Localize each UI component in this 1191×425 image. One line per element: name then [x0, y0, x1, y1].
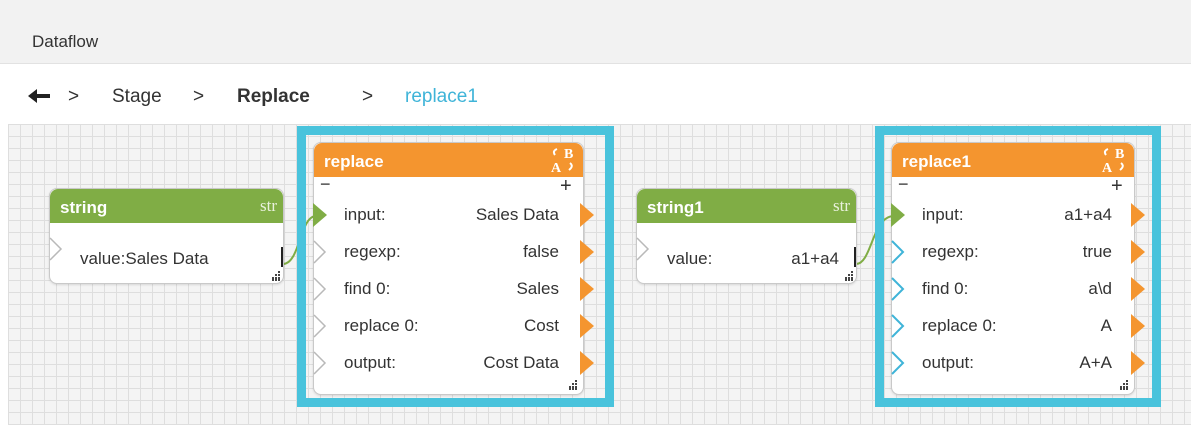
- port-value[interactable]: A+A: [1079, 353, 1112, 373]
- field-label: value:: [667, 249, 713, 268]
- input-port-icon[interactable]: [891, 203, 905, 227]
- output-port-icon[interactable]: [281, 247, 283, 267]
- port-row-find[interactable]: find 0: Sales: [344, 279, 559, 299]
- port-value[interactable]: Sales: [516, 279, 559, 299]
- output-port-icon[interactable]: [580, 314, 594, 338]
- port-value[interactable]: A: [1101, 316, 1112, 336]
- resize-handle-icon[interactable]: [1117, 379, 1129, 391]
- output-port-icon[interactable]: [1131, 314, 1145, 338]
- output-port-icon[interactable]: [1131, 203, 1145, 227]
- output-port-icon[interactable]: [1131, 240, 1145, 264]
- port-row-input[interactable]: input: a1+a4: [922, 205, 1112, 225]
- port-label: regexp:: [344, 242, 401, 261]
- port-label: replace 0:: [344, 316, 419, 335]
- node-title: replace1: [902, 152, 971, 171]
- type-tag: str: [260, 196, 277, 215]
- input-port-icon[interactable]: [313, 277, 327, 301]
- port-row-regexp[interactable]: regexp: false: [344, 242, 559, 262]
- output-port-icon[interactable]: [580, 240, 594, 264]
- node-header[interactable]: replace1 B A: [892, 143, 1134, 177]
- output-port-icon[interactable]: [580, 351, 594, 375]
- output-port-icon[interactable]: [580, 277, 594, 301]
- input-port-icon[interactable]: [891, 277, 905, 301]
- output-port-icon[interactable]: [1131, 351, 1145, 375]
- port-label: find 0:: [922, 279, 969, 298]
- input-port-icon[interactable]: [891, 351, 905, 375]
- type-tag: str: [833, 196, 850, 215]
- port-row-output[interactable]: output: A+A: [922, 353, 1112, 373]
- output-port-icon[interactable]: [1131, 277, 1145, 301]
- remove-port-icon[interactable]: −: [898, 175, 909, 193]
- port-row-regexp[interactable]: regexp: true: [922, 242, 1112, 262]
- node-replace1[interactable]: replace1 B A − + input: a1+a4 regexp: tr…: [891, 142, 1145, 395]
- port-label: output:: [344, 353, 396, 372]
- node-replace[interactable]: replace B A − + input: Sales Data regexp…: [313, 142, 594, 395]
- ab-type-icon: B A: [551, 147, 573, 175]
- field-value[interactable]: Sales Data: [125, 249, 208, 268]
- port-value[interactable]: Sales Data: [476, 205, 559, 225]
- port-value[interactable]: Cost: [524, 316, 559, 336]
- port-label: regexp:: [922, 242, 979, 261]
- resize-handle-icon[interactable]: [842, 270, 854, 282]
- input-port-icon[interactable]: [49, 237, 63, 261]
- add-port-icon[interactable]: +: [1111, 176, 1123, 196]
- remove-port-icon[interactable]: −: [320, 175, 331, 193]
- port-label: input:: [344, 205, 386, 224]
- input-port-icon[interactable]: [891, 314, 905, 338]
- output-port-icon[interactable]: [854, 247, 856, 267]
- node-header[interactable]: replace B A: [314, 143, 583, 177]
- field-row[interactable]: value: a1+a4: [667, 249, 839, 269]
- port-row-replace[interactable]: replace 0: A: [922, 316, 1112, 336]
- node-header[interactable]: string1 str: [637, 189, 856, 223]
- input-port-icon[interactable]: [313, 314, 327, 338]
- node-string1[interactable]: string1 str value: a1+a4: [636, 188, 857, 284]
- input-port-icon[interactable]: [313, 240, 327, 264]
- field-label: value:: [80, 249, 126, 268]
- node-header[interactable]: string str: [50, 189, 283, 223]
- output-port-icon[interactable]: [580, 203, 594, 227]
- port-value[interactable]: Cost Data: [483, 353, 559, 373]
- node-title: string: [60, 198, 108, 217]
- resize-handle-icon[interactable]: [566, 379, 578, 391]
- port-label: replace 0:: [922, 316, 997, 335]
- resize-handle-icon[interactable]: [269, 270, 281, 282]
- port-row-replace[interactable]: replace 0: Cost: [344, 316, 559, 336]
- ab-type-icon: B A: [1102, 147, 1124, 175]
- port-label: input:: [922, 205, 964, 224]
- svg-text:B: B: [564, 147, 573, 162]
- port-row-output[interactable]: output: Cost Data: [344, 353, 559, 373]
- field-value[interactable]: a1+a4: [791, 249, 839, 269]
- add-port-icon[interactable]: +: [560, 176, 572, 196]
- node-title: replace: [324, 152, 384, 171]
- port-value[interactable]: a1+a4: [1064, 205, 1112, 225]
- svg-text:B: B: [1115, 147, 1124, 162]
- input-port-icon[interactable]: [313, 203, 327, 227]
- port-value[interactable]: true: [1083, 242, 1112, 262]
- port-value[interactable]: false: [523, 242, 559, 262]
- port-row-input[interactable]: input: Sales Data: [344, 205, 559, 225]
- field-row[interactable]: value:Sales Data: [80, 249, 209, 269]
- port-value[interactable]: a\d: [1088, 279, 1112, 299]
- input-port-icon[interactable]: [891, 240, 905, 264]
- input-port-icon[interactable]: [313, 351, 327, 375]
- input-port-icon[interactable]: [636, 237, 650, 261]
- node-title: string1: [647, 198, 704, 217]
- port-label: find 0:: [344, 279, 391, 298]
- svg-text:A: A: [1102, 161, 1113, 175]
- port-label: output:: [922, 353, 974, 372]
- node-string[interactable]: string str value:Sales Data: [49, 188, 284, 284]
- svg-text:A: A: [551, 161, 562, 175]
- port-row-find[interactable]: find 0: a\d: [922, 279, 1112, 299]
